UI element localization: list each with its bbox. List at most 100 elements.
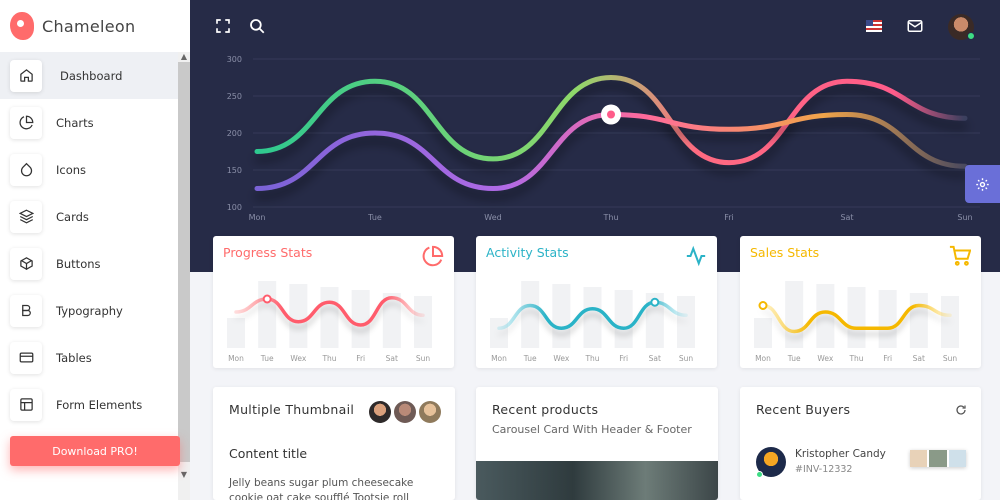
card-title: Recent Buyers — [756, 402, 851, 417]
bar — [258, 281, 277, 348]
pie-chart-icon[interactable] — [422, 245, 444, 267]
bar — [289, 284, 308, 348]
activity-stats-card: Activity Stats Mon Tue Wex Thu Fri Sat Sun — [476, 236, 717, 368]
x-tick-label: Tue — [367, 213, 382, 222]
bar — [414, 296, 432, 348]
scroll-thumb[interactable] — [178, 62, 190, 462]
sidebar-item-icons[interactable]: Icons — [0, 146, 178, 193]
x-tick-label: Sat — [386, 354, 398, 363]
y-tick-label: 200 — [227, 129, 242, 138]
progress-mini-chart: Mon Tue Wex Thu Fri Sat Sun — [227, 281, 432, 363]
carousel-image[interactable] — [476, 461, 718, 500]
credit-card-icon — [10, 341, 42, 374]
product-thumb — [948, 450, 966, 467]
highlight-marker[interactable] — [650, 297, 660, 307]
x-tick-label: Mon — [228, 354, 244, 363]
settings-tab[interactable] — [965, 165, 1000, 203]
scroll-down-arrow-icon[interactable]: ▼ — [178, 470, 190, 480]
bar — [490, 318, 508, 348]
bar — [878, 290, 897, 348]
content-title: Content title — [229, 446, 308, 461]
bar — [677, 296, 695, 348]
avatar[interactable] — [419, 401, 441, 423]
sidebar-item-label: Tables — [56, 350, 92, 365]
us-flag-icon[interactable] — [866, 20, 882, 32]
x-tick-label: Thu — [602, 213, 618, 222]
x-tick-label: Tue — [787, 354, 801, 363]
fullscreen-icon[interactable] — [214, 17, 232, 35]
online-status-dot — [967, 32, 975, 40]
card-title: Activity Stats — [486, 245, 569, 260]
bar — [847, 287, 866, 348]
recent-products-card: Recent products Carousel Card With Heade… — [476, 387, 718, 500]
x-tick-label: Thu — [321, 354, 336, 363]
x-tick-label: Fri — [883, 354, 892, 363]
bar — [754, 318, 772, 348]
x-tick-label: Wed — [484, 213, 501, 222]
x-tick-label: Thu — [584, 354, 599, 363]
layers-icon — [10, 200, 42, 233]
sidebar-item-label: Charts — [56, 115, 94, 130]
buyer-name[interactable]: Kristopher Candy — [795, 448, 886, 460]
main-line-chart: 100 150 200 250 300 Mon Tue Wed Thu Fri Sat Sun — [227, 55, 980, 222]
refresh-icon[interactable] — [955, 404, 967, 416]
x-tick-label: Sat — [840, 213, 853, 222]
x-tick-label: Wex — [817, 354, 833, 363]
buyer-invoice: #INV-12332 — [795, 464, 853, 475]
sidebar-item-charts[interactable]: Charts — [0, 99, 178, 146]
x-tick-label: Fri — [356, 354, 365, 363]
activity-mini-chart: Mon Tue Wex Thu Fri Sat Sun — [490, 281, 695, 363]
bar — [941, 296, 959, 348]
sidebar-item-typography[interactable]: Typography — [0, 287, 178, 334]
highlight-point[interactable] — [601, 104, 621, 125]
bar — [351, 290, 370, 348]
buyer-avatar[interactable] — [756, 447, 786, 478]
y-tick-label: 100 — [227, 203, 242, 212]
bar — [583, 287, 602, 348]
x-tick-label: Fri — [619, 354, 628, 363]
avatar[interactable] — [394, 401, 416, 423]
y-tick-label: 150 — [227, 166, 242, 175]
hero-panel: 100 150 200 250 300 Mon Tue Wed Thu Fri Sat Sun — [190, 0, 1000, 272]
avatar[interactable] — [369, 401, 391, 423]
brand[interactable]: Chameleon — [0, 0, 190, 52]
sidebar-scrollbar[interactable]: ▲ ▼ — [178, 52, 190, 500]
x-tick-label: Tue — [260, 354, 274, 363]
download-pro-button[interactable]: Download PRO! — [10, 436, 180, 466]
x-tick-label: Fri — [724, 213, 734, 222]
bar — [521, 281, 540, 348]
card-title: Sales Stats — [750, 245, 820, 260]
x-tick-label: Wex — [290, 354, 306, 363]
gear-icon — [976, 177, 989, 191]
product-thumb — [910, 450, 928, 467]
buyer-product-images[interactable] — [910, 450, 966, 467]
sidebar-item-buttons[interactable]: Buttons — [0, 240, 178, 287]
sidebar-item-form-elements[interactable]: Form Elements — [0, 381, 178, 428]
highlight-marker[interactable] — [262, 294, 272, 304]
bold-icon — [10, 294, 42, 327]
x-tick-label: Mon — [755, 354, 771, 363]
search-icon[interactable] — [248, 17, 266, 35]
highlight-marker-center — [607, 110, 615, 119]
bar — [320, 287, 339, 348]
content-text: Jelly beans sugar plum cheesecake cookie… — [229, 477, 414, 500]
recent-buyers-card: Recent Buyers Kristopher Candy #INV-1233… — [740, 387, 981, 500]
sales-mini-chart: Mon Tue Wex Thu Fri Sat Sun — [754, 281, 959, 363]
x-tick-label: Sat — [913, 354, 925, 363]
y-tick-label: 300 — [227, 55, 242, 64]
online-status-dot — [756, 471, 763, 478]
user-avatar[interactable] — [948, 14, 975, 40]
sidebar-item-label: Dashboard — [60, 68, 123, 83]
scroll-up-arrow-icon[interactable]: ▲ — [178, 52, 190, 62]
highlight-marker[interactable] — [758, 301, 768, 310]
shopping-cart-icon[interactable] — [949, 245, 971, 267]
sidebar-item-cards[interactable]: Cards — [0, 193, 178, 240]
x-tick-label: Sun — [957, 213, 972, 222]
home-icon — [10, 59, 42, 92]
card-title: Multiple Thumbnail — [229, 402, 355, 417]
sidebar-item-tables[interactable]: Tables — [0, 334, 178, 381]
sidebar-item-dashboard[interactable]: Dashboard — [0, 52, 178, 99]
sidebar-item-label: Buttons — [56, 256, 101, 271]
mail-icon[interactable] — [906, 17, 924, 35]
activity-icon[interactable] — [685, 245, 707, 267]
